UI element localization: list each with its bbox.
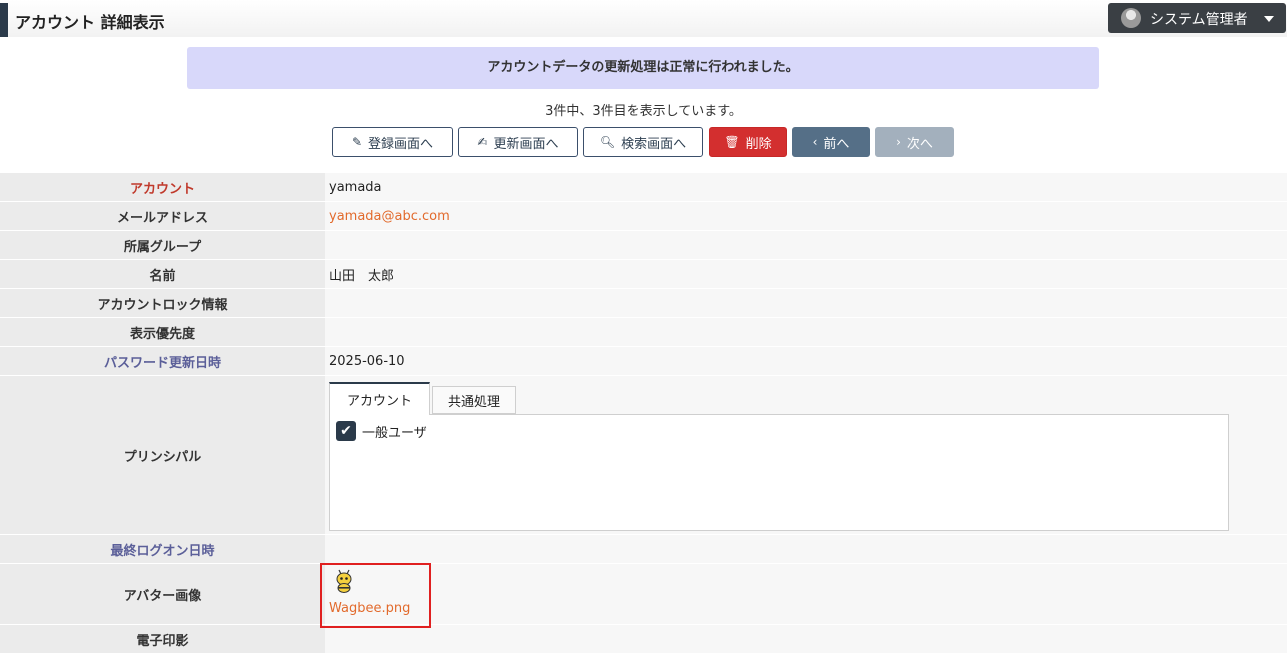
account-value: yamada xyxy=(325,173,1287,201)
register-screen-label: 登録画面へ xyxy=(368,136,434,152)
row-email: メールアドレス yamada@abc.com xyxy=(0,202,1287,231)
group-value xyxy=(325,231,1287,259)
lock-value xyxy=(325,289,1287,317)
last-logon-label: 最終ログオン日時 xyxy=(0,535,325,563)
next-button[interactable]: › 次へ xyxy=(875,127,954,157)
email-link[interactable]: yamada@abc.com xyxy=(329,209,450,224)
priority-label: 表示優先度 xyxy=(0,318,325,346)
paging-info: 3件中、3件目を表示しています。 xyxy=(545,104,742,119)
highlight-box xyxy=(320,563,431,628)
update-screen-button[interactable]: ✍ 更新画面へ xyxy=(458,127,578,157)
checkbox-label: 一般ユーザ xyxy=(362,426,427,441)
user-circle-icon xyxy=(1121,8,1141,28)
trash-icon: 🗑︎ xyxy=(724,135,740,149)
seal-label: 電子印影 xyxy=(0,625,325,653)
email-label: メールアドレス xyxy=(0,202,325,230)
success-notice: アカウントデータの更新処理は正常に行われました。 xyxy=(187,47,1099,89)
user-name: システム管理者 xyxy=(1150,12,1248,28)
row-pw-updated: パスワード更新日時 2025-06-10 xyxy=(0,347,1287,376)
search-screen-button[interactable]: 🔍︎ 検索画面へ xyxy=(583,127,703,157)
account-label: アカウント xyxy=(0,173,325,201)
page-header: アカウント 詳細表示 システム管理者 xyxy=(0,0,1287,37)
header-accent-bar xyxy=(0,3,8,37)
principal-tab-panel: ✔ 一般ユーザ xyxy=(329,414,1229,531)
row-last-logon: 最終ログオン日時 xyxy=(0,535,1287,564)
row-name: 名前 山田 太郎 xyxy=(0,260,1287,289)
chevron-left-icon: ‹ xyxy=(812,135,818,149)
tab-account[interactable]: アカウント xyxy=(329,382,430,415)
pw-updated-label: パスワード更新日時 xyxy=(0,347,325,375)
row-account: アカウント yamada xyxy=(0,173,1287,202)
avatar-label: アバター画像 xyxy=(0,564,325,624)
pw-updated-value: 2025-06-10 xyxy=(325,347,1287,375)
prev-label: 前へ xyxy=(823,136,850,152)
tab-common[interactable]: 共通処理 xyxy=(432,386,516,414)
user-menu-button[interactable]: システム管理者 xyxy=(1108,3,1286,33)
edit-icon: ✍ xyxy=(477,135,488,149)
caret-down-icon xyxy=(1264,16,1274,22)
row-priority: 表示優先度 xyxy=(0,318,1287,347)
page-title: アカウント 詳細表示 xyxy=(15,13,165,32)
next-label: 次へ xyxy=(906,136,933,152)
name-label: 名前 xyxy=(0,260,325,288)
prev-button[interactable]: ‹ 前へ xyxy=(792,127,870,157)
row-avatar: アバター画像 xyxy=(0,564,1287,625)
checkbox-general-user[interactable]: ✔ xyxy=(336,421,356,441)
row-lock: アカウントロック情報 xyxy=(0,289,1287,318)
update-screen-label: 更新画面へ xyxy=(493,136,559,152)
chevron-right-icon: › xyxy=(896,135,901,149)
register-screen-button[interactable]: ✎ 登録画面へ xyxy=(332,127,453,157)
row-seal: 電子印影 xyxy=(0,625,1287,654)
seal-value xyxy=(325,625,1287,653)
avatar-value xyxy=(325,564,1287,624)
email-value-cell: yamada@abc.com xyxy=(325,202,1287,230)
principal-label: プリンシパル xyxy=(0,376,325,534)
name-value: 山田 太郎 xyxy=(325,260,1287,288)
lock-label: アカウントロック情報 xyxy=(0,289,325,317)
delete-label: 削除 xyxy=(745,136,772,152)
pencil-icon: ✎ xyxy=(351,135,363,149)
row-group: 所属グループ xyxy=(0,231,1287,260)
delete-button[interactable]: 🗑︎ 削除 xyxy=(709,127,787,157)
last-logon-value xyxy=(325,535,1287,563)
search-icon: 🔍︎ xyxy=(599,135,616,149)
search-screen-label: 検索画面へ xyxy=(621,136,687,152)
priority-value xyxy=(325,318,1287,346)
group-label: 所属グループ xyxy=(0,231,325,259)
